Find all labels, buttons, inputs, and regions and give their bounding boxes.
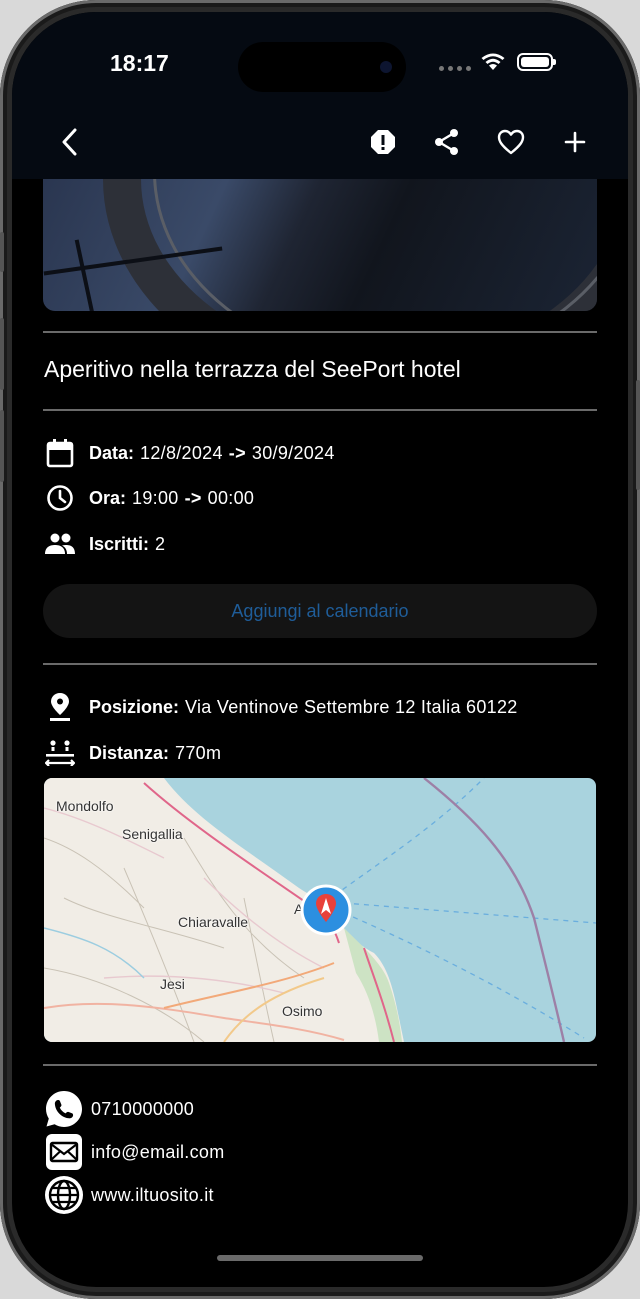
wifi-icon: [481, 53, 505, 70]
date-row: Data: 12/8/2024 -> 30/9/2024: [44, 437, 335, 469]
distance-row: Distanza: 770m: [44, 737, 221, 769]
dynamic-island: [238, 42, 406, 92]
website-contact[interactable]: www.iltuosito.it: [43, 1174, 214, 1216]
location-map[interactable]: Mondolfo Senigallia Chiaravalle Jesi Osi…: [44, 778, 596, 1042]
globe-icon: [45, 1176, 83, 1214]
map-label-mondolfo: Mondolfo: [56, 798, 114, 814]
map-marker-icon[interactable]: [300, 884, 352, 936]
plus-icon: [564, 131, 586, 153]
position-label: Posizione:: [89, 696, 180, 717]
divider: [43, 409, 597, 411]
whatsapp-icon: [46, 1091, 82, 1127]
camera-icon: [380, 61, 392, 73]
subscribers-label: Iscritti:: [89, 533, 150, 554]
status-time: 18:17: [110, 50, 169, 76]
divider: [43, 1064, 597, 1066]
website-url: www.iltuosito.it: [91, 1184, 214, 1205]
share-button[interactable]: [429, 124, 465, 160]
battery-icon: [517, 53, 556, 71]
report-icon: [371, 130, 395, 154]
time-start: 19:00: [132, 487, 179, 508]
phone-number: 0710000000: [91, 1098, 195, 1119]
subscribers-row: Iscritti: 2: [44, 528, 165, 560]
subscribers-value: 2: [155, 533, 166, 554]
time-end: 00:00: [207, 487, 255, 508]
distance-icon: [45, 740, 75, 766]
report-button[interactable]: [365, 124, 401, 160]
event-title: Aperitivo nella terrazza del SeePort hot…: [44, 356, 461, 382]
back-button[interactable]: [52, 124, 88, 160]
calendar-icon: [46, 439, 74, 468]
top-bar: [12, 12, 628, 179]
divider: [43, 663, 597, 665]
event-image: [43, 179, 597, 311]
add-to-calendar-button[interactable]: Aggiungi al calendario: [43, 584, 597, 638]
heart-icon: [497, 129, 525, 155]
time-row: Ora: 19:00 -> 00:00: [44, 482, 254, 514]
position-row: Posizione: Via Ventinove Settembre 12 It…: [44, 691, 518, 723]
share-icon: [435, 129, 458, 155]
mute-switch: [0, 410, 4, 482]
signal-icon: [439, 66, 471, 71]
clock-icon: [47, 485, 73, 511]
map-label-jesi: Jesi: [160, 976, 185, 992]
screen: 18:17 Aperitivo nella terrazza del SeePo…: [12, 12, 628, 1287]
map-label-osimo: Osimo: [282, 1003, 323, 1019]
back-icon: [62, 128, 77, 156]
location-pin-icon: [50, 693, 70, 721]
time-arrow: ->: [184, 487, 202, 508]
distance-value: 770m: [175, 742, 222, 763]
favorite-button[interactable]: [493, 124, 529, 160]
power-button: [636, 380, 640, 490]
email-contact[interactable]: info@email.com: [43, 1131, 225, 1173]
date-end: 30/9/2024: [251, 442, 335, 463]
volume-down-button: [0, 318, 4, 390]
date-label: Data:: [89, 442, 135, 463]
time-label: Ora:: [89, 487, 127, 508]
distance-label: Distanza:: [89, 742, 170, 763]
date-start: 12/8/2024: [140, 442, 223, 463]
map-label-chiaravalle: Chiaravalle: [178, 914, 249, 930]
date-arrow: ->: [228, 442, 246, 463]
home-indicator[interactable]: [217, 1255, 423, 1261]
people-icon: [45, 533, 75, 554]
email-address: info@email.com: [91, 1141, 225, 1162]
add-button[interactable]: [557, 124, 593, 160]
phone-contact[interactable]: 0710000000: [43, 1088, 194, 1130]
email-icon: [46, 1134, 82, 1170]
position-value: Via Ventinove Settembre 12 Italia 60122: [185, 696, 518, 717]
volume-up-button: [0, 232, 4, 272]
map-label-senigallia: Senigallia: [122, 826, 183, 842]
divider: [43, 331, 597, 333]
